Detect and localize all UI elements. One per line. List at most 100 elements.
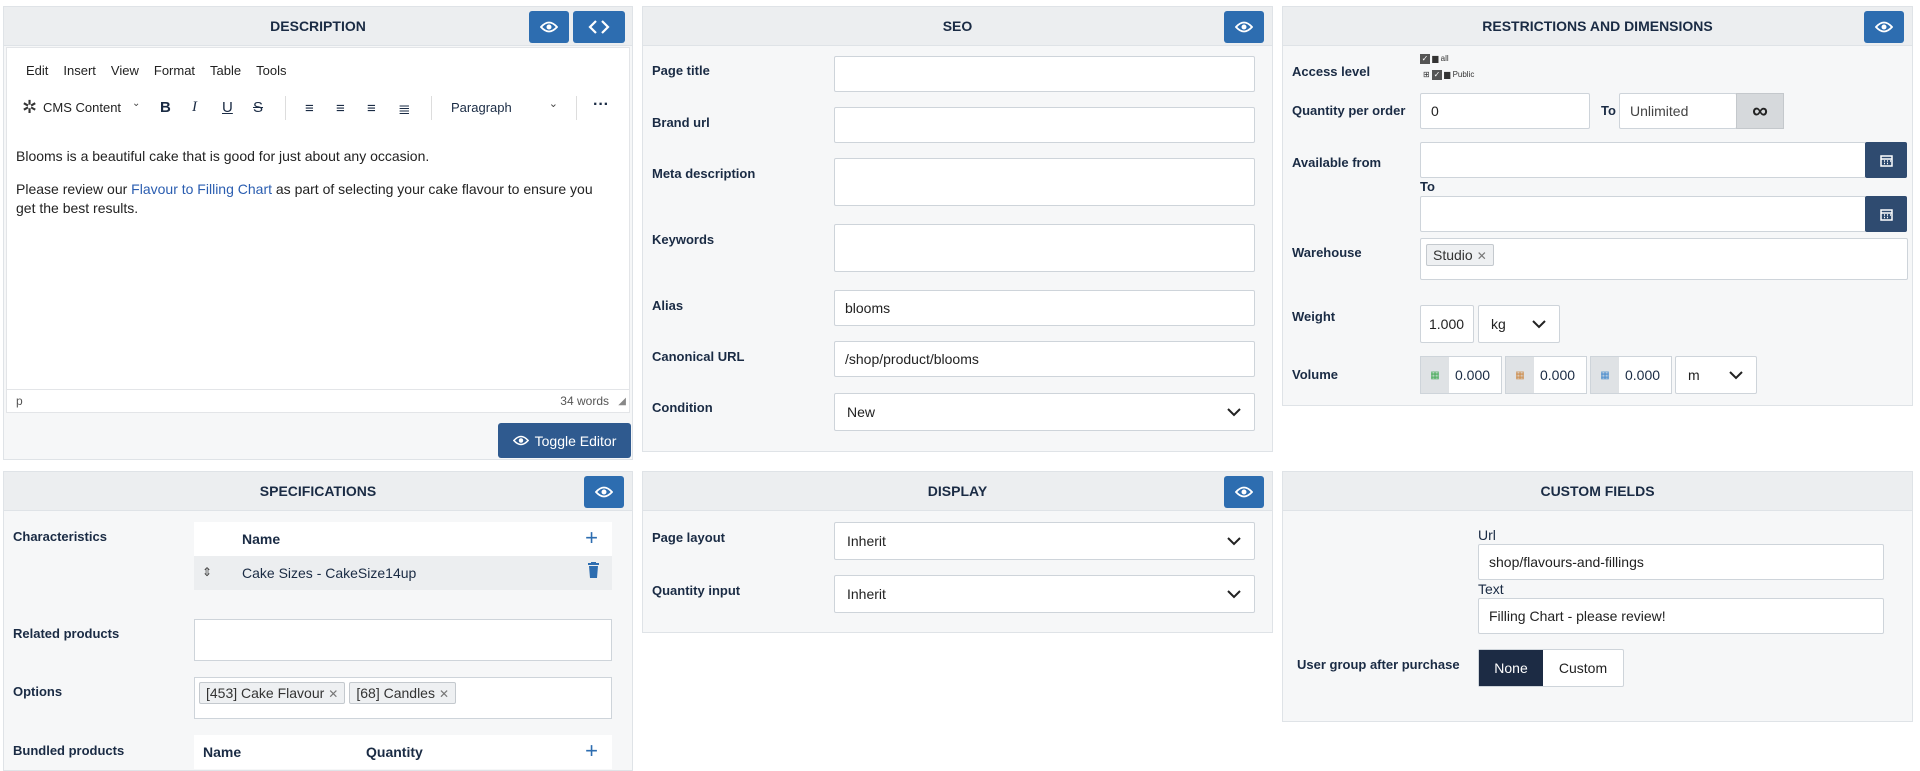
- brand-url-input[interactable]: [834, 107, 1255, 143]
- keywords-textarea[interactable]: [834, 224, 1255, 272]
- checkbox-checked-icon[interactable]: ✓: [1431, 70, 1442, 80]
- options-label: Options: [13, 684, 63, 699]
- resize-handle[interactable]: ◢: [618, 396, 626, 407]
- checkbox-checked-icon[interactable]: ✓: [1420, 54, 1430, 64]
- joomla-icon[interactable]: ✲: [22, 97, 37, 118]
- volume-unit-value: m: [1688, 367, 1700, 383]
- quantity-input-select[interactable]: Inherit: [834, 575, 1255, 613]
- page-title-input[interactable]: [834, 56, 1255, 92]
- strikethrough-icon[interactable]: S: [253, 99, 263, 116]
- available-to-label: To: [1420, 179, 1435, 194]
- eye-icon: [540, 21, 558, 33]
- editor-text: get the best results.: [16, 200, 139, 216]
- volume-unit-select[interactable]: m: [1675, 356, 1757, 394]
- menu-view[interactable]: View: [111, 63, 139, 78]
- menu-edit[interactable]: Edit: [26, 63, 48, 78]
- display-title: DISPLAY: [927, 483, 988, 499]
- available-from-calendar-button[interactable]: [1865, 142, 1907, 178]
- underline-icon[interactable]: U: [222, 99, 233, 116]
- align-right-icon[interactable]: ≡: [367, 100, 376, 117]
- code-icon: [588, 20, 610, 34]
- volume-width-value[interactable]: 0.000: [1540, 367, 1575, 383]
- menu-table[interactable]: Table: [210, 63, 241, 78]
- condition-select[interactable]: New: [834, 393, 1255, 431]
- none-option-button[interactable]: None: [1479, 650, 1543, 686]
- menu-insert[interactable]: Insert: [63, 63, 96, 78]
- align-justify-icon[interactable]: ≣: [398, 100, 411, 118]
- eye-icon: [512, 435, 529, 446]
- align-left-icon[interactable]: ≡: [305, 100, 314, 117]
- alias-input[interactable]: blooms: [834, 290, 1255, 326]
- page-layout-select[interactable]: Inherit: [834, 522, 1255, 560]
- bold-icon[interactable]: B: [160, 99, 171, 116]
- unlimited-button[interactable]: ∞: [1736, 93, 1784, 129]
- access-level-label: Access level: [1292, 64, 1371, 79]
- paragraph-select[interactable]: Paragraph ⌄: [448, 94, 564, 122]
- menu-format[interactable]: Format: [154, 63, 195, 78]
- option-tag-label: [453] Cake Flavour: [206, 685, 325, 701]
- trash-icon[interactable]: [587, 562, 600, 581]
- paragraph-select-value: Paragraph: [451, 100, 512, 115]
- toggle-editor-button[interactable]: Toggle Editor: [498, 423, 631, 458]
- specifications-visibility-button[interactable]: [584, 476, 624, 508]
- restrictions-visibility-button[interactable]: [1864, 11, 1904, 43]
- characteristic-name: Cake Sizes - CakeSize14up: [242, 565, 417, 581]
- flavour-chart-link[interactable]: Flavour to Filling Chart: [131, 181, 272, 197]
- warehouse-input[interactable]: Studio ✕: [1420, 238, 1908, 280]
- volume-length: ▦ 0.000: [1420, 356, 1502, 394]
- status-path[interactable]: p: [16, 394, 23, 408]
- text-input[interactable]: Filling Chart - please review!: [1478, 598, 1884, 634]
- menu-tools[interactable]: Tools: [256, 63, 286, 78]
- meta-description-textarea[interactable]: [834, 158, 1255, 206]
- chevron-down-icon: [1716, 357, 1756, 393]
- italic-icon[interactable]: I: [192, 99, 197, 116]
- seo-title: SEO: [942, 18, 973, 34]
- editor-area: Edit Insert View Format Table Tools ✲ CM…: [6, 47, 630, 413]
- quantity-per-order-label: Quantity per order: [1292, 103, 1406, 118]
- description-visibility-button[interactable]: [529, 11, 569, 43]
- weight-input[interactable]: 1.000: [1420, 305, 1474, 343]
- available-to-input[interactable]: [1420, 196, 1866, 232]
- access-row-public: ⊞ ✓ ▆ Public: [1423, 67, 1474, 83]
- display-visibility-button[interactable]: [1224, 476, 1264, 508]
- bundled-name-header: Name: [203, 744, 242, 760]
- volume-length-value[interactable]: 0.000: [1455, 367, 1490, 383]
- related-products-input[interactable]: [194, 619, 612, 661]
- seo-header: SEO: [643, 7, 1272, 46]
- option-tag-label: [68] Candles: [356, 685, 435, 701]
- condition-label: Condition: [652, 400, 713, 415]
- chevron-down-icon: [1519, 306, 1559, 342]
- page-layout-value: Inherit: [847, 533, 886, 549]
- condition-value: New: [847, 404, 876, 420]
- cms-content-button[interactable]: CMS Content: [43, 100, 121, 115]
- url-label: Url: [1478, 527, 1496, 543]
- seo-visibility-button[interactable]: [1224, 11, 1264, 43]
- volume-height-value[interactable]: 0.000: [1625, 367, 1660, 383]
- align-center-icon[interactable]: ≡: [336, 100, 345, 117]
- editor-menubar: Edit Insert View Format Table Tools: [26, 63, 286, 78]
- folder-icon: ▆: [1432, 54, 1439, 63]
- remove-tag-icon[interactable]: ✕: [328, 687, 338, 701]
- access-public-label: Public: [1452, 70, 1475, 79]
- url-input[interactable]: shop/flavours-and-fillings: [1478, 544, 1884, 580]
- canonical-url-input[interactable]: /shop/product/blooms: [834, 341, 1255, 377]
- custom-option-button[interactable]: Custom: [1543, 650, 1623, 686]
- more-icon[interactable]: ···: [593, 96, 609, 114]
- available-from-input[interactable]: [1420, 142, 1866, 178]
- add-bundled-icon[interactable]: +: [585, 738, 598, 764]
- add-characteristic-icon[interactable]: +: [585, 525, 598, 551]
- specifications-header: SPECIFICATIONS: [4, 472, 632, 511]
- quantity-from-input[interactable]: 0: [1420, 93, 1590, 129]
- expand-icon[interactable]: ⊞: [1423, 70, 1430, 79]
- quantity-to-input[interactable]: Unlimited: [1619, 93, 1737, 129]
- editor-content[interactable]: Blooms is a beautiful cake that is good …: [16, 147, 616, 218]
- remove-tag-icon[interactable]: ✕: [1477, 249, 1487, 263]
- options-input[interactable]: [453] Cake Flavour ✕ [68] Candles ✕: [194, 677, 612, 719]
- drag-handle-icon[interactable]: ⇕: [202, 565, 212, 579]
- weight-unit-select[interactable]: kg: [1478, 305, 1560, 343]
- remove-tag-icon[interactable]: ✕: [439, 687, 449, 701]
- available-to-calendar-button[interactable]: [1865, 196, 1907, 232]
- characteristics-table: Name + ⇕ Cake Sizes - CakeSize14up: [194, 522, 612, 590]
- code-view-button[interactable]: [573, 11, 625, 43]
- chevron-down-icon: [1214, 394, 1254, 430]
